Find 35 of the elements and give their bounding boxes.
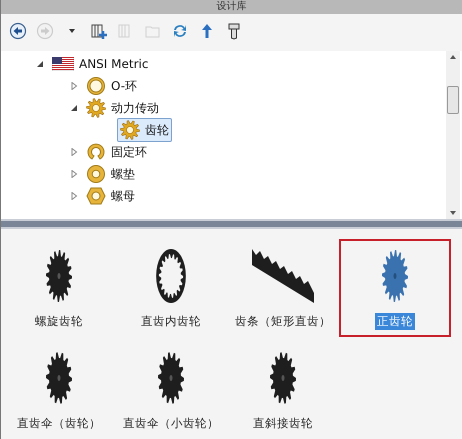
add-book-icon[interactable] xyxy=(90,22,108,40)
tree-item[interactable]: ANSI Metric xyxy=(49,55,152,73)
clip-icon xyxy=(86,142,106,162)
splitter-handle[interactable] xyxy=(1,219,462,229)
gear-item[interactable]: 螺旋齿轮 xyxy=(3,239,115,337)
gear-item[interactable]: 正齿轮 xyxy=(339,239,451,337)
tree-item[interactable]: 螺垫 xyxy=(83,162,138,186)
collapsed-arrow-icon[interactable] xyxy=(70,170,78,178)
gear-item[interactable]: 直齿伞（齿轮） xyxy=(3,341,115,439)
refresh-icon[interactable] xyxy=(171,22,189,40)
scroll-up-icon[interactable] xyxy=(449,54,457,60)
tree-item[interactable]: 动力传动 xyxy=(83,96,162,120)
collapsed-arrow-icon[interactable] xyxy=(70,148,78,156)
tree-item[interactable]: O-环 xyxy=(83,74,140,98)
tree-item[interactable]: 齿轮 xyxy=(117,118,172,142)
collapsed-arrow-icon[interactable] xyxy=(70,192,78,200)
gear-item[interactable]: 直齿内齿轮 xyxy=(115,239,227,337)
gear-item[interactable]: 齿条（矩形直齿） xyxy=(227,239,339,337)
collapsed-arrow-icon[interactable] xyxy=(70,82,78,90)
scroll-thumb[interactable] xyxy=(447,86,459,114)
window-title: 设计库 xyxy=(216,1,246,13)
tree-item[interactable]: 固定环 xyxy=(83,140,150,164)
gear-item[interactable]: 直斜接齿轮 xyxy=(227,341,339,439)
ring-icon xyxy=(86,164,106,184)
gear-icon xyxy=(86,98,106,118)
ring-icon xyxy=(86,76,106,96)
gear-icon xyxy=(120,120,140,140)
nut-icon xyxy=(86,186,106,206)
expanded-arrow-icon[interactable] xyxy=(36,60,44,68)
expanded-arrow-icon[interactable] xyxy=(70,104,78,112)
gear-item[interactable]: 直齿伞（小齿轮） xyxy=(115,341,227,439)
scrollbar[interactable] xyxy=(446,51,460,219)
scroll-down-icon[interactable] xyxy=(449,210,457,216)
flag-icon xyxy=(52,57,74,71)
tree-item[interactable]: 螺母 xyxy=(83,184,138,208)
